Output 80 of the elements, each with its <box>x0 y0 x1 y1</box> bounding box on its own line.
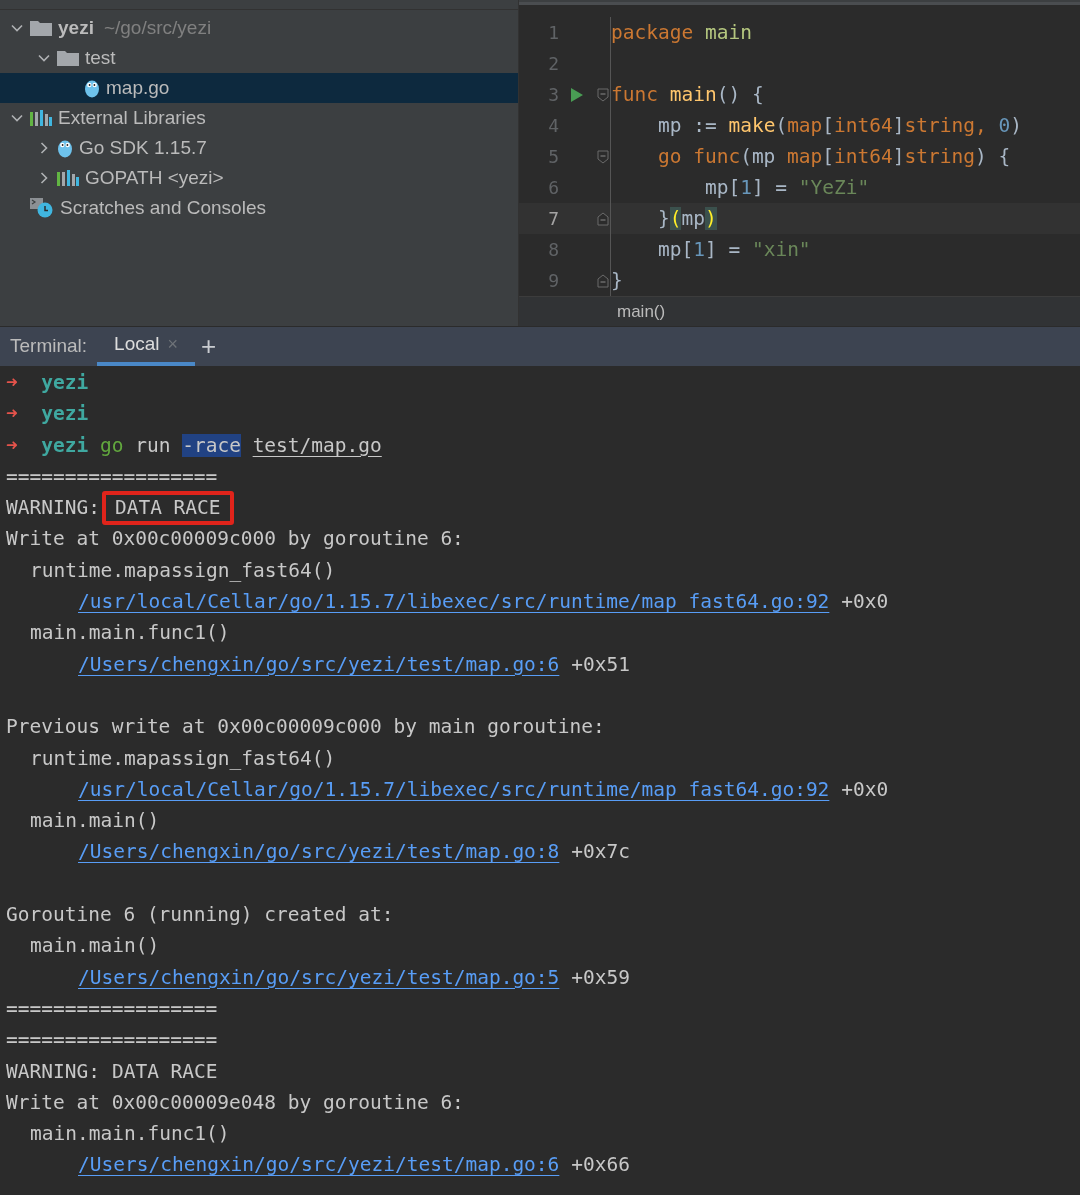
file-link[interactable]: /Users/chengxin/go/src/yezi/test/map.go:8 <box>78 837 560 867</box>
line-number: 6 <box>547 176 559 200</box>
code-line: mp := make(map[int64]string, 0) <box>656 112 1022 139</box>
breadcrumb-item[interactable]: main() <box>617 298 666 325</box>
line-number: 2 <box>547 52 559 76</box>
tree-row[interactable]: External Libraries <box>0 103 518 133</box>
line-number: 7 <box>547 207 559 231</box>
offset-text: +0x66 <box>571 1152 631 1179</box>
tree-label: test <box>85 45 116 70</box>
fold-marker-icon[interactable] <box>596 87 609 102</box>
scratch-clock-icon <box>30 198 54 218</box>
output-line: ================== <box>6 1027 219 1054</box>
prompt-line: ➜ yezi <box>6 401 90 428</box>
prompt-line: ➜ yezi <box>6 370 90 396</box>
trace-function: main.main() <box>29 933 161 960</box>
tree-label: map.go <box>106 75 170 100</box>
trace-function: runtime.mapassign_fast64() <box>29 745 337 772</box>
warning-text: DATA RACE <box>111 1058 218 1085</box>
tree-row[interactable]: yezi ~/go/src/yezi <box>0 13 518 43</box>
highlighted-warning: DATA RACE <box>101 490 234 525</box>
gopher-icon <box>57 138 73 158</box>
trace-function: main.main() <box>29 808 161 835</box>
output-line: ================== <box>6 995 219 1022</box>
tree-label: Go SDK 1.15.7 <box>79 135 207 160</box>
output-line: Write at 0x00c00009c000 by goroutine 6: <box>6 526 465 553</box>
add-tab-icon[interactable]: + <box>201 327 217 366</box>
line-number: 5 <box>547 145 559 169</box>
tree-label: GOPATH <yezi> <box>85 165 224 190</box>
library-bars-icon <box>57 170 79 186</box>
tree-row[interactable]: GOPATH <yezi> <box>0 163 518 193</box>
run-icon[interactable] <box>571 87 583 102</box>
file-link[interactable]: /Users/chengxin/go/src/yezi/test/map.go:6 <box>78 649 560 679</box>
terminal-title: Terminal: <box>9 334 89 359</box>
folder-icon <box>30 20 52 36</box>
warning-label: WARNING: <box>6 1058 100 1085</box>
tree-row[interactable]: map.go <box>0 73 518 103</box>
offset-text: +0x51 <box>571 651 631 678</box>
offset-text: +0x7c <box>571 839 631 866</box>
code-line: } <box>611 267 623 294</box>
code-line: package main <box>611 19 752 46</box>
code-line: }(mp) <box>656 205 717 232</box>
file-link[interactable]: /usr/local/Cellar/go/1.15.7/libexec/src/runtime/map_fast64.go:92 <box>78 774 830 805</box>
output-line: Goroutine 6 (running) created at: <box>6 902 395 929</box>
tree-row[interactable]: test <box>0 43 518 73</box>
file-link[interactable]: /Users/chengxin/go/src/yezi/test/map.go:6 <box>78 1150 560 1180</box>
offset-text: +0x0 <box>841 589 889 616</box>
line-number: 9 <box>547 269 559 293</box>
output-line: Previous write at 0x00c00009c000 by main goroutine: <box>6 714 606 741</box>
trace-function: main.main.func1() <box>29 1121 231 1148</box>
trace-function: runtime.mapassign_fast64() <box>29 557 337 584</box>
offset-text: +0x59 <box>571 964 631 991</box>
tree-row[interactable]: Scratches and Consoles <box>0 193 518 223</box>
line-number: 3 <box>547 83 559 107</box>
fold-marker-icon[interactable] <box>596 273 609 288</box>
tab-label: Local <box>114 332 160 357</box>
file-link[interactable]: /Users/chengxin/go/src/yezi/test/map.go:5 <box>78 962 560 992</box>
line-number: 1 <box>547 21 559 45</box>
line-number: 8 <box>547 238 559 262</box>
library-bars-icon <box>30 110 52 126</box>
gopher-icon <box>84 78 100 98</box>
tree-label: yezi <box>58 15 94 40</box>
path-hint: ~/go/src/yezi <box>103 15 212 40</box>
fold-marker-icon[interactable] <box>596 149 609 164</box>
code-line: func main() { <box>611 81 764 108</box>
tree-row[interactable]: Go SDK 1.15.7 <box>0 133 518 163</box>
prompt-line: ➜ yezi go run -race test/map.go <box>6 432 383 459</box>
file-link[interactable]: /usr/local/Cellar/go/1.15.7/libexec/src/runtime/map_fast64.go:92 <box>78 587 830 617</box>
code-line: go func(mp map[int64]string) { <box>656 143 1011 170</box>
folder-icon <box>57 50 79 66</box>
code-line: mp[1] = "xin" <box>656 236 811 263</box>
output-line: Write at 0x00c00009e048 by goroutine 6: <box>6 1089 465 1116</box>
line-number: 4 <box>547 114 559 138</box>
tree-label: Scratches and Consoles <box>60 195 266 220</box>
tree-label: External Libraries <box>58 105 206 130</box>
code-line: mp[1] = "YeZi" <box>703 174 870 201</box>
output-line: ================== <box>6 463 219 490</box>
offset-text: +0x0 <box>841 776 889 803</box>
fold-marker-icon[interactable] <box>596 211 609 226</box>
warning-label: WARNING: <box>6 495 100 522</box>
trace-function: main.main.func1() <box>29 620 231 647</box>
